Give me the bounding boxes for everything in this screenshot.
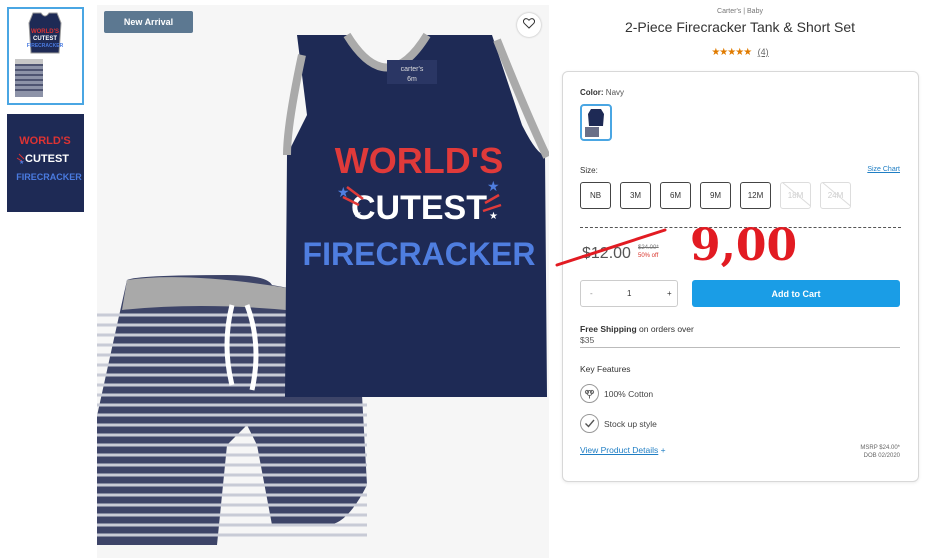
tank-top-illustration: carter's 6m WORLD'S CUTEST FIRECRACKER ★… <box>283 32 549 397</box>
rating[interactable]: ★★★★★ (4) <box>560 47 920 58</box>
svg-text:FIRECRACKER: FIRECRACKER <box>16 172 82 182</box>
cotton-icon <box>580 384 599 403</box>
key-features-title: Key Features <box>580 364 631 374</box>
thumbnail-outfit[interactable]: WORLD'S CUTEST FIRECRACKER <box>7 7 84 105</box>
dob: DOB 02/2020 <box>863 453 900 459</box>
thumbnail-shirt-print[interactable]: WORLD'S CUTEST FIRECRACKER ★ <box>7 114 84 212</box>
quantity-value[interactable]: 1 <box>627 289 631 298</box>
size-option-18m: 18M <box>780 182 811 209</box>
heart-icon <box>522 16 536 34</box>
main-product-image: carter's 6m WORLD'S CUTEST FIRECRACKER ★… <box>97 5 549 558</box>
shipping-info: Free Shipping on orders over $35 <box>580 324 900 348</box>
svg-text:CUTEST: CUTEST <box>33 36 57 42</box>
size-option-3m[interactable]: 3M <box>620 182 651 209</box>
svg-text:CUTEST: CUTEST <box>351 189 487 227</box>
product-title: 2-Piece Firecracker Tank & Short Set <box>624 19 856 35</box>
purchase-card: Color: Navy Size: Size Chart NB 3M 6M 9M… <box>562 71 919 482</box>
decrement-button[interactable]: - <box>590 289 593 298</box>
svg-text:6m: 6m <box>407 76 417 83</box>
color-value: Navy <box>605 88 625 97</box>
svg-text:★: ★ <box>487 178 500 194</box>
feature-label: 100% Cotton <box>604 388 654 399</box>
feature-label: Stock up style <box>604 418 657 429</box>
svg-text:FIRECRACKER: FIRECRACKER <box>303 236 536 272</box>
svg-text:★: ★ <box>337 184 350 200</box>
add-to-cart-button[interactable]: Add to Cart <box>692 280 900 307</box>
svg-text:WORLD'S: WORLD'S <box>335 140 504 181</box>
size-option-9m[interactable]: 9M <box>700 182 731 209</box>
size-option-6m[interactable]: 6M <box>660 182 691 209</box>
feature-stock-up: Stock up style <box>580 414 657 433</box>
shipping-threshold: $35 <box>580 335 595 345</box>
msrp-info: MSRP $24.00* DOB 02/2020 <box>860 444 900 460</box>
favorite-button[interactable] <box>517 13 541 37</box>
handwritten-new-price: 9,00 <box>690 220 798 271</box>
size-label: Size: <box>580 166 598 175</box>
svg-text:WORLD'S: WORLD'S <box>19 135 71 147</box>
increment-button[interactable]: + <box>667 289 672 298</box>
view-product-details-link[interactable]: View Product Details + <box>580 445 666 455</box>
size-chart-link[interactable]: Size Chart <box>867 166 900 173</box>
brand-breadcrumb[interactable]: Carter's | Baby <box>560 8 920 15</box>
size-option-nb[interactable]: NB <box>580 182 611 209</box>
size-options: NB 3M 6M 9M 12M 18M 24M <box>580 182 851 209</box>
svg-text:★: ★ <box>19 159 24 166</box>
color-swatch-navy[interactable] <box>580 104 612 141</box>
svg-text:★: ★ <box>489 211 498 222</box>
new-arrival-badge: New Arrival <box>104 11 193 33</box>
shipping-condition: on orders over <box>639 324 694 334</box>
feature-cotton: 100% Cotton <box>580 384 653 403</box>
color-label: Color: Navy <box>580 88 625 97</box>
quantity-stepper: - 1 + <box>580 280 678 307</box>
size-option-24m: 24M <box>820 182 851 209</box>
red-strikethrough-mark <box>555 228 667 267</box>
review-count[interactable]: (4) <box>758 47 769 57</box>
size-option-12m[interactable]: 12M <box>740 182 771 209</box>
star-rating-icon: ★★★★★ <box>711 47 752 58</box>
svg-text:carter's: carter's <box>401 66 424 73</box>
svg-text:★: ★ <box>353 209 362 220</box>
msrp: MSRP $24.00* <box>860 445 900 451</box>
free-shipping-label: Free Shipping <box>580 324 637 334</box>
expand-plus-icon: + <box>660 445 666 455</box>
svg-text:CUTEST: CUTEST <box>25 153 69 165</box>
svg-text:WORLD'S: WORLD'S <box>31 29 59 35</box>
checkmark-icon <box>580 414 599 433</box>
svg-text:FIRECRACKER: FIRECRACKER <box>27 43 64 49</box>
